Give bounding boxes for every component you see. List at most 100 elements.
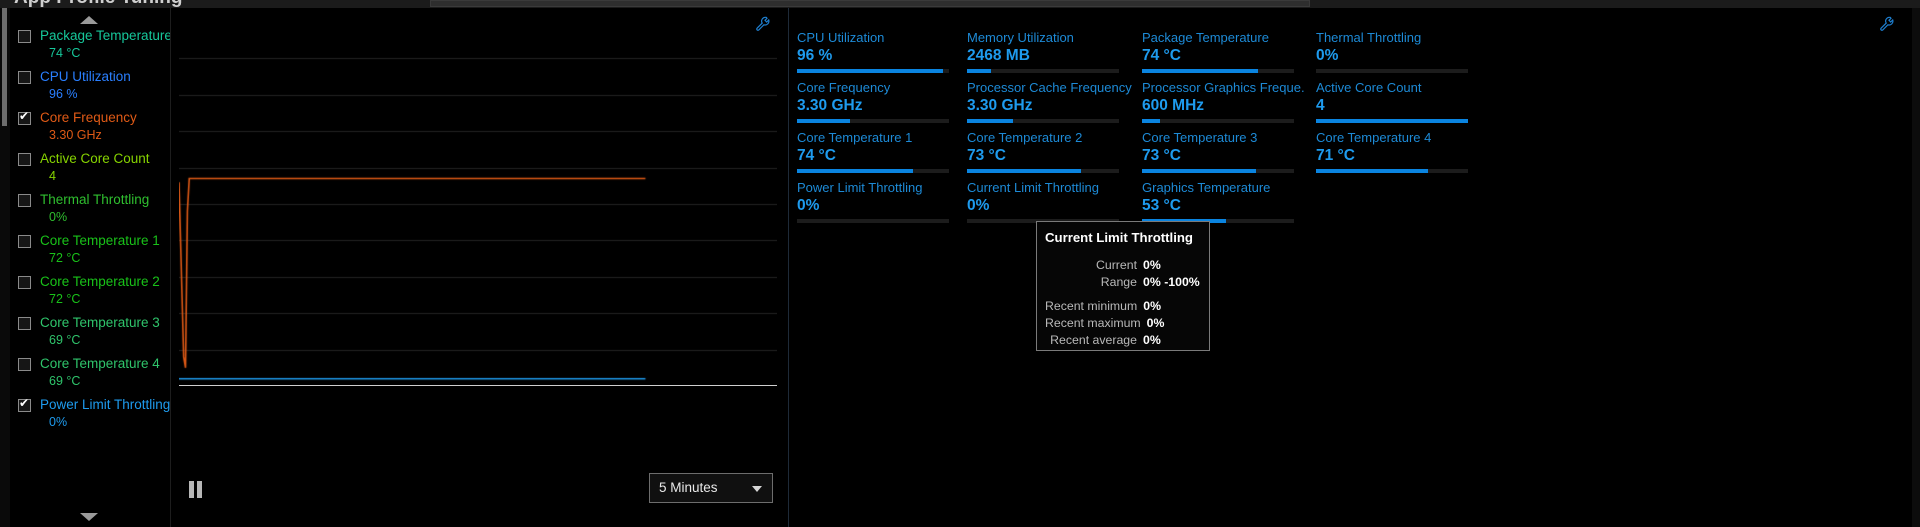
metric-card-bar-fill [1142, 69, 1258, 73]
chevron-down-icon [752, 486, 762, 492]
legend-item-label: Package Temperature [40, 28, 170, 43]
metric-card-label: Core Temperature 3 [1142, 130, 1258, 145]
legend-item[interactable]: Thermal Throttling 0% [12, 192, 170, 233]
chart-plot-area [179, 22, 777, 386]
legend-item-label: Active Core Count [40, 151, 150, 166]
metric-card-label: Core Temperature 1 [797, 130, 913, 145]
page-scrollbar-thumb[interactable] [2, 8, 7, 126]
metric-card-bar-track [1142, 69, 1294, 73]
metric-card-bar-fill [1316, 119, 1468, 123]
legend-item-label: Thermal Throttling [40, 192, 150, 207]
metric-card-bar-track [967, 69, 1119, 73]
metric-card-value: 74 °C [797, 147, 836, 164]
legend-item-value: 72 °C [49, 292, 81, 306]
chart-x-axis [179, 385, 777, 386]
legend-checkbox[interactable] [18, 397, 31, 412]
legend-item[interactable]: Core Temperature 3 69 °C [12, 315, 170, 356]
metric-card-label: Current Limit Throttling [967, 180, 1099, 195]
legend-item[interactable]: Core Temperature 4 69 °C [12, 356, 170, 397]
metric-card-label: Core Frequency [797, 80, 891, 95]
metric-card[interactable]: Core Frequency 3.30 GHz [797, 80, 967, 129]
metric-card[interactable]: CPU Utilization 96 % [797, 30, 967, 79]
legend-checkbox[interactable] [18, 235, 31, 248]
metric-card-bar-track [1316, 169, 1468, 173]
metric-card-bar-fill [1142, 169, 1256, 173]
metric-card-label: Thermal Throttling [1316, 30, 1422, 45]
metric-card-value: 0% [797, 197, 820, 214]
metric-card-bar-track [1316, 119, 1468, 123]
metric-card-value: 96 % [797, 47, 833, 64]
metric-card-value: 4 [1316, 97, 1325, 114]
metric-card-value: 53 °C [1142, 197, 1181, 214]
legend-checkbox[interactable] [18, 358, 31, 371]
window-controls [1772, 0, 1892, 2]
metric-card-bar-fill [1316, 169, 1429, 173]
tooltip-row: Recent average 0% [1045, 332, 1199, 349]
time-range-value: 5 Minutes [659, 480, 718, 495]
wrench-icon[interactable] [1879, 16, 1895, 32]
metric-card-value: 3.30 GHz [797, 97, 863, 114]
legend-item-value: 96 % [49, 87, 78, 101]
metric-card-bar-fill [797, 119, 851, 123]
chevron-up-icon[interactable] [80, 16, 98, 24]
metric-card-value: 2468 MB [967, 47, 1030, 64]
metric-card[interactable]: Package Temperature 74 °C [1142, 30, 1304, 79]
legend-item-value: 0% [49, 415, 68, 429]
metric-card[interactable]: Power Limit Throttling 0% [797, 180, 967, 229]
legend-item[interactable]: Core Frequency 3.30 GHz [12, 110, 170, 151]
metric-card-label: Package Temperature [1142, 30, 1269, 45]
metric-card[interactable]: Thermal Throttling 0% [1316, 30, 1486, 79]
legend-item[interactable]: Power Limit Throttling 0% [12, 397, 170, 438]
tooltip-row-value: 0% [1143, 299, 1162, 313]
page-scrollbar[interactable] [0, 8, 10, 527]
legend-checkbox[interactable] [18, 30, 31, 43]
metric-card-bar-fill [967, 119, 1013, 123]
chart-controls: 5 Minutes [171, 471, 785, 511]
legend-item-value: 0% [49, 210, 68, 224]
legend-item[interactable]: Core Temperature 2 72 °C [12, 274, 170, 315]
legend-checkbox[interactable] [18, 71, 31, 84]
legend-checkbox[interactable] [18, 110, 31, 125]
legend-item-label: Core Temperature 3 [40, 315, 160, 330]
pause-icon[interactable] [186, 479, 206, 499]
tooltip-row-value: 0% [1146, 316, 1165, 330]
metric-card-bar-track [797, 69, 949, 73]
metric-card[interactable]: Core Temperature 4 71 °C [1316, 130, 1486, 179]
metric-card[interactable]: Core Temperature 3 73 °C [1142, 130, 1304, 179]
legend-checkbox[interactable] [18, 153, 31, 166]
metric-legend-sidebar: Package Temperature 74 °C CPU Utilization 9… [12, 8, 170, 527]
legend-item[interactable]: Package Temperature 74 °C [12, 28, 170, 69]
metric-card[interactable]: Active Core Count 4 [1316, 80, 1486, 129]
metric-card[interactable]: Processor Graphics Freque... 600 MHz [1142, 80, 1304, 129]
metric-card[interactable]: Core Temperature 1 74 °C [797, 130, 967, 179]
tooltip-row-key: Range [1100, 275, 1137, 289]
chevron-down-icon[interactable] [80, 513, 98, 521]
legend-checkbox[interactable] [18, 194, 31, 207]
metric-card-label: Processor Cache Frequency [967, 80, 1132, 95]
metric-card-bar-track [1316, 69, 1468, 73]
legend-item-label: CPU Utilization [40, 69, 131, 84]
legend-item-value: 3.30 GHz [49, 128, 102, 142]
metric-card-label: Processor Graphics Freque... [1142, 80, 1304, 95]
legend-item[interactable]: Core Temperature 1 72 °C [12, 233, 170, 274]
metric-card[interactable]: Memory Utilization 2468 MB [967, 30, 1137, 79]
metric-card-bar-track [797, 119, 949, 123]
tooltip-row-key: Recent average [1050, 333, 1137, 347]
metric-card[interactable]: Core Temperature 2 73 °C [967, 130, 1137, 179]
legend-item-label: Core Frequency [40, 110, 137, 125]
tooltip-rows: Current 0% Range 0% -100% [1045, 257, 1200, 291]
time-range-select[interactable]: 5 Minutes [649, 473, 773, 503]
metric-card[interactable]: Processor Cache Frequency 3.30 GHz [967, 80, 1137, 129]
metric-card-bar-fill [797, 69, 943, 73]
legend-item[interactable]: Active Core Count 4 [12, 151, 170, 192]
metric-card-label: Memory Utilization [967, 30, 1074, 45]
metric-card-bar-track [797, 219, 949, 223]
metric-card-column: CPU Utilization 96 % Core Frequency 3.30 GH… [797, 30, 967, 230]
legend-checkbox[interactable] [18, 317, 31, 330]
legend-checkbox[interactable] [18, 276, 31, 289]
tooltip-row-value: 0% [1143, 258, 1161, 272]
metric-card-label: Active Core Count [1316, 80, 1422, 95]
legend-item[interactable]: CPU Utilization 96 % [12, 69, 170, 110]
metric-card-label: Core Temperature 4 [1316, 130, 1432, 145]
tooltip-row-key: Current [1095, 258, 1137, 272]
